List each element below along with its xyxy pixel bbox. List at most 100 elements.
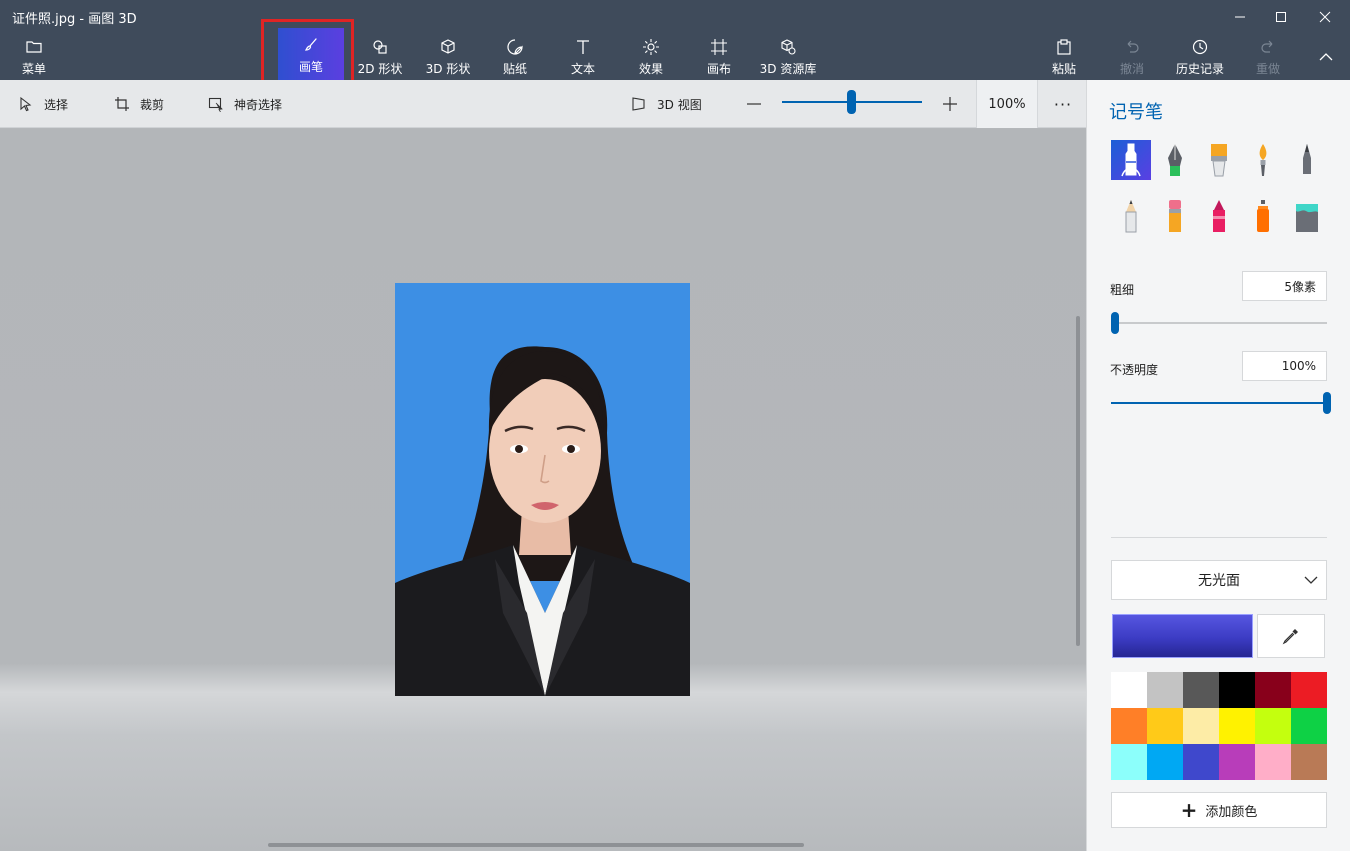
close-icon (1319, 11, 1331, 23)
watercolor-brush[interactable] (1243, 140, 1283, 180)
paste-label: 粘贴 (1051, 62, 1076, 76)
thickness-slider-thumb[interactable] (1111, 312, 1120, 334)
spray-can-brush[interactable] (1243, 196, 1283, 236)
brushes-label: 画笔 (298, 60, 323, 74)
menu-button[interactable]: 菜单 (14, 34, 54, 80)
color-swatch[interactable] (1147, 672, 1183, 708)
history-label: 历史记录 (1175, 62, 1224, 76)
effects-tab[interactable]: 效果 (634, 34, 668, 80)
color-swatch[interactable] (1219, 672, 1255, 708)
watercolor-icon (1259, 144, 1267, 176)
pixel-pen-brush[interactable] (1287, 140, 1327, 180)
panel-title: 记号笔 (1109, 102, 1163, 123)
eyedropper-icon (1282, 629, 1298, 645)
3d-view-toggle[interactable]: 3D 视图 (631, 80, 702, 128)
color-swatch[interactable] (1147, 744, 1183, 780)
shapes-3d-tab[interactable]: 3D 形状 (424, 34, 472, 80)
color-swatch[interactable] (1183, 744, 1219, 780)
undo-label: 撤消 (1119, 62, 1144, 76)
magic-select-tool[interactable]: 神奇选择 (208, 80, 282, 128)
zoom-out-button[interactable] (746, 80, 772, 128)
eraser-brush[interactable] (1155, 196, 1195, 236)
panel-divider (1111, 537, 1327, 538)
fill-brush[interactable] (1287, 196, 1327, 236)
color-swatch[interactable] (1291, 708, 1327, 744)
text-icon (577, 40, 589, 54)
thickness-input[interactable]: 5像素 (1242, 271, 1327, 301)
shapes-2d-tab[interactable]: 2D 形状 (356, 34, 404, 80)
add-color-button[interactable]: + 添加颜色 (1111, 792, 1327, 828)
thickness-slider-track[interactable] (1111, 322, 1327, 324)
color-swatch[interactable] (1183, 672, 1219, 708)
shapes-3d-label: 3D 形状 (425, 62, 471, 76)
canvas-label: 画布 (706, 62, 731, 76)
sticker-icon (507, 39, 523, 55)
stickers-tab[interactable]: 贴纸 (497, 34, 533, 80)
text-label: 文本 (570, 62, 595, 76)
3d-library-tab[interactable]: 3D 资源库 (758, 34, 818, 80)
color-swatch[interactable] (1255, 672, 1291, 708)
3d-view-icon (632, 97, 645, 111)
maximize-icon (1276, 12, 1286, 22)
select-tool[interactable]: 选择 (18, 80, 68, 128)
minus-icon (747, 103, 761, 105)
3d-library-icon (781, 39, 796, 55)
brushes-tab[interactable]: 画笔 (278, 28, 344, 80)
zoom-slider-thumb[interactable] (847, 90, 856, 114)
color-swatch[interactable] (1291, 744, 1327, 780)
crop-tool[interactable]: 裁剪 (114, 80, 164, 128)
color-swatch[interactable] (1111, 744, 1147, 780)
zoom-in-button[interactable] (942, 80, 968, 128)
paste-button[interactable]: 粘贴 (1050, 34, 1078, 80)
opacity-input[interactable]: 100% (1242, 351, 1327, 381)
color-swatch[interactable] (1147, 708, 1183, 744)
color-swatch[interactable] (1255, 708, 1291, 744)
effects-label: 效果 (638, 62, 663, 76)
fill-bucket-icon (1296, 204, 1318, 232)
add-color-label: 添加颜色 (1205, 804, 1258, 820)
text-tab[interactable]: 文本 (566, 34, 600, 80)
maximize-button[interactable] (1261, 2, 1301, 32)
zoom-value[interactable]: 100% (976, 80, 1038, 128)
redo-button[interactable]: 重做 (1254, 34, 1282, 80)
crayon-brush[interactable] (1199, 196, 1239, 236)
color-swatch[interactable] (1183, 708, 1219, 744)
finish-value: 无光面 (1198, 573, 1240, 589)
color-swatch[interactable] (1111, 672, 1147, 708)
chevron-up-icon (1319, 53, 1333, 61)
vertical-scrollbar[interactable] (1076, 316, 1080, 646)
3d-library-label: 3D 资源库 (759, 62, 817, 76)
marker-brush[interactable] (1111, 140, 1151, 180)
color-palette (1111, 672, 1327, 780)
canvas-tab[interactable]: 画布 (702, 34, 736, 80)
oil-brush[interactable] (1199, 140, 1239, 180)
plus-icon (943, 97, 957, 111)
opacity-slider-thumb[interactable] (1323, 392, 1331, 414)
pencil-icon (1125, 200, 1137, 233)
brush-icon (304, 38, 317, 51)
color-swatch[interactable] (1291, 672, 1327, 708)
eyedropper-button[interactable] (1257, 614, 1325, 658)
color-swatch[interactable] (1219, 744, 1255, 780)
menu-label: 菜单 (21, 62, 46, 76)
history-button[interactable]: 历史记录 (1174, 34, 1226, 80)
calligraphy-pen-brush[interactable] (1155, 140, 1195, 180)
more-options-button[interactable]: ··· (1046, 80, 1080, 128)
color-swatch[interactable] (1255, 744, 1291, 780)
cube-icon (441, 39, 455, 54)
window-title: 证件照.jpg - 画图 3D (12, 12, 137, 27)
pencil-brush[interactable] (1111, 196, 1151, 236)
undo-button[interactable]: 撤消 (1118, 34, 1146, 80)
close-button[interactable] (1305, 2, 1345, 32)
finish-dropdown[interactable]: 无光面 (1111, 560, 1327, 600)
color-swatch[interactable] (1219, 708, 1255, 744)
id-photo[interactable] (395, 283, 690, 696)
spray-can-icon (1257, 200, 1269, 232)
stickers-label: 贴纸 (502, 62, 527, 76)
oil-brush-icon (1211, 144, 1227, 177)
minimize-button[interactable] (1220, 2, 1260, 32)
current-color-swatch[interactable] (1112, 614, 1253, 658)
thickness-label: 粗细 (1110, 283, 1135, 297)
horizontal-scrollbar[interactable] (268, 843, 804, 847)
color-swatch[interactable] (1111, 708, 1147, 744)
